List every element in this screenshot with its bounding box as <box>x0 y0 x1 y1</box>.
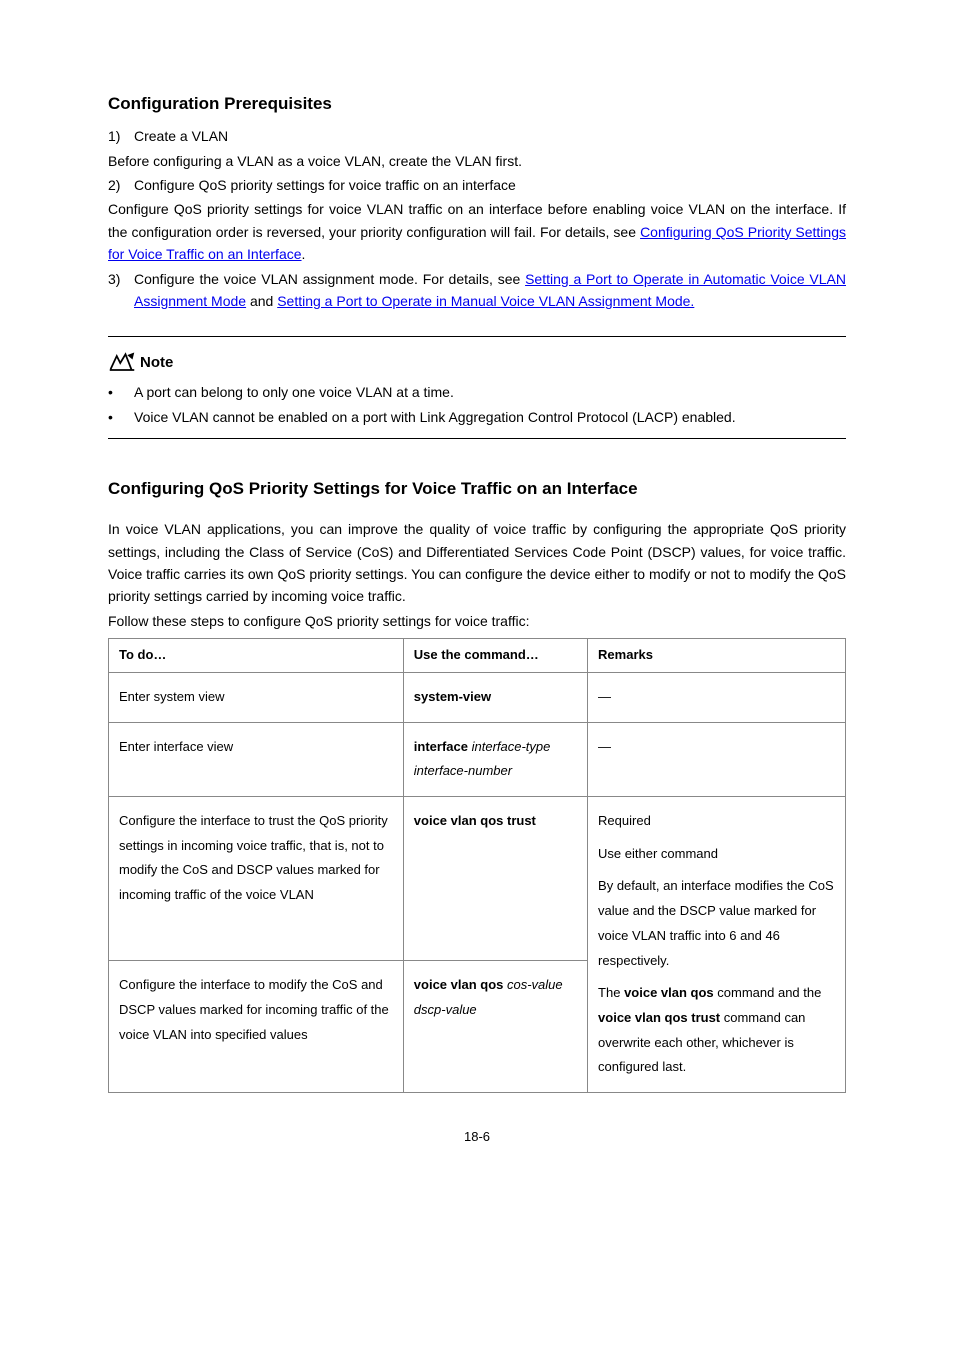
cell-r3c1: Configure the interface to trust the QoS… <box>109 797 404 961</box>
th-todo: To do… <box>109 639 404 673</box>
rem-default: By default, an interface modifies the Co… <box>598 874 835 973</box>
link-manual-mode[interactable]: Setting a Port to Operate in Manual Voic… <box>277 293 694 309</box>
table-row: Enter interface view interface interface… <box>109 722 846 796</box>
table-row: Configure the interface to trust the QoS… <box>109 797 846 961</box>
th-remarks: Remarks <box>588 639 846 673</box>
bullet-2: • Voice VLAN cannot be enabled on a port… <box>108 406 846 428</box>
rem4b: voice vlan qos <box>624 985 714 1000</box>
item3a: Configure the voice VLAN assignment mode… <box>134 271 525 287</box>
table-header-row: To do… Use the command… Remarks <box>109 639 846 673</box>
marker-1: 1) <box>108 125 134 147</box>
note-header: Note <box>108 351 846 375</box>
item2-text: Configure QoS priority settings for voic… <box>134 174 846 196</box>
bullet-1: • A port can belong to only one voice VL… <box>108 381 846 403</box>
config-table: To do… Use the command… Remarks Enter sy… <box>108 638 846 1093</box>
bullet-marker-2: • <box>108 406 134 428</box>
rem4a: The <box>598 985 624 1000</box>
section-para1: In voice VLAN applications, you can impr… <box>108 518 846 608</box>
rem-either: Use either command <box>598 842 835 867</box>
bullet1-text: A port can belong to only one voice VLAN… <box>134 381 454 403</box>
cell-r3c2: voice vlan qos trust <box>403 797 587 961</box>
para-create-vlan: Before configuring a VLAN as a voice VLA… <box>108 150 846 172</box>
rem-required: Required <box>598 809 835 834</box>
cell-r1c1: Enter system view <box>109 673 404 723</box>
prerequisites-heading: Configuration Prerequisites <box>108 90 846 117</box>
table-row: Enter system view system-view — <box>109 673 846 723</box>
ordered-item-3: 3) Configure the voice VLAN assignment m… <box>108 268 846 313</box>
rem4c: command and the <box>714 985 822 1000</box>
marker-3: 3) <box>108 268 134 313</box>
cell-r4c1: Configure the interface to modify the Co… <box>109 961 404 1093</box>
ordered-item-1: 1) Create a VLAN <box>108 125 846 147</box>
divider-top <box>108 336 846 337</box>
note-icon <box>108 352 136 374</box>
para-qos-config: Configure QoS priority settings for voic… <box>108 198 846 265</box>
note-label: Note <box>140 351 173 375</box>
cell-r2c1: Enter interface view <box>109 722 404 796</box>
item3-content: Configure the voice VLAN assignment mode… <box>134 268 846 313</box>
para2b: . <box>302 246 306 262</box>
cell-r1c2: system-view <box>403 673 587 723</box>
cell-r2c3: — <box>588 722 846 796</box>
th-command: Use the command… <box>403 639 587 673</box>
bullet-marker-1: • <box>108 381 134 403</box>
divider-bottom <box>108 438 846 439</box>
cmd-system-view: system-view <box>414 689 491 704</box>
cell-r4c2: voice vlan qos cos-value dscp-value <box>403 961 587 1093</box>
section-heading: Configuring QoS Priority Settings for Vo… <box>108 475 846 502</box>
cell-r1c3: — <box>588 673 846 723</box>
cmd-interface: interface <box>414 739 468 754</box>
item1-text: Create a VLAN <box>134 125 846 147</box>
item3b: and <box>246 293 277 309</box>
cmd-qos: voice vlan qos <box>414 977 504 992</box>
rem-overwrite: The voice vlan qos command and the voice… <box>598 981 835 1080</box>
rem4d: voice vlan qos trust <box>598 1010 720 1025</box>
cell-remarks-merged: Required Use either command By default, … <box>588 797 846 1093</box>
cmd-qos-trust: voice vlan qos trust <box>414 813 536 828</box>
page-number: 18-6 <box>108 1127 846 1148</box>
ordered-item-2: 2) Configure QoS priority settings for v… <box>108 174 846 196</box>
marker-2: 2) <box>108 174 134 196</box>
bullet2-text: Voice VLAN cannot be enabled on a port w… <box>134 406 736 428</box>
section-para2: Follow these steps to configure QoS prio… <box>108 610 846 632</box>
cell-r2c2: interface interface-type interface-numbe… <box>403 722 587 796</box>
